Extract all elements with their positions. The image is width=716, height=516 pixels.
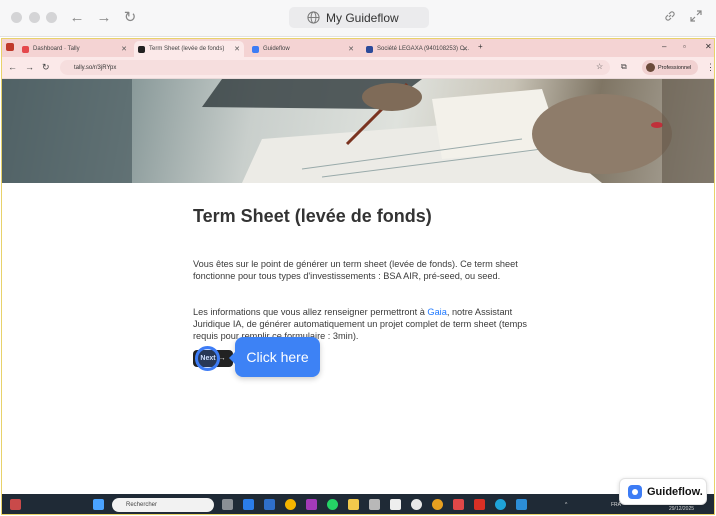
tab-label: Société LEGAXA (940108253) C...	[377, 46, 470, 52]
new-tab-plus-icon[interactable]: +	[478, 42, 483, 51]
address-bar[interactable]: tally.so/r/3jRYpx	[60, 60, 610, 75]
close-tab-icon[interactable]: ✕	[121, 45, 127, 53]
tab-societe-legaxa[interactable]: Société LEGAXA (940108253) C... ✕	[362, 41, 472, 57]
address-toolbar: ← → ↻ tally.so/r/3jRYpx ☆ ⧉ Professionne…	[2, 57, 714, 79]
reload-icon[interactable]: ↻	[42, 62, 50, 73]
back-icon[interactable]: ←	[8, 62, 17, 72]
app-icon-6[interactable]	[453, 499, 464, 510]
link-icon[interactable]	[663, 9, 677, 28]
tab-label: Term Sheet (levée de fonds)	[149, 46, 225, 52]
forward-icon[interactable]: →	[25, 62, 34, 72]
tab-guideflow[interactable]: Guideflow ✕	[248, 41, 358, 57]
app-icon-7[interactable]	[516, 499, 527, 510]
tab-bar: Dashboard · Tally ✕ Term Sheet (levée de…	[2, 39, 714, 57]
app-icon-1[interactable]	[243, 499, 254, 510]
profile-label: Professionnel	[658, 64, 692, 71]
chrome-icon[interactable]	[285, 499, 296, 510]
restore-icon[interactable]: ▫	[683, 42, 686, 51]
guideflow-url-bar[interactable]: My Guideflow	[289, 7, 429, 28]
notion-icon[interactable]	[390, 499, 401, 510]
extensions-icon[interactable]: ⧉	[621, 62, 627, 72]
guideflow-badge[interactable]: Guideflow.	[619, 478, 707, 505]
weather-widget-icon[interactable]	[10, 499, 21, 510]
window-dot-minimize[interactable]	[29, 12, 40, 23]
tab-term-sheet[interactable]: Term Sheet (levée de fonds) ✕	[134, 41, 244, 57]
fullscreen-icon[interactable]	[689, 9, 703, 28]
address-text: tally.so/r/3jRYpx	[74, 64, 117, 71]
menu-kebab-icon[interactable]: ⋮	[706, 62, 714, 73]
taskbar-search[interactable]: Rechercher	[112, 498, 214, 512]
guideflow-favicon-icon	[252, 45, 259, 53]
window-dot-close[interactable]	[11, 12, 22, 23]
guideflow-badge-label: Guideflow.	[647, 485, 703, 498]
tally-favicon-icon	[22, 45, 29, 53]
file-explorer-icon[interactable]	[348, 499, 359, 510]
pappers-favicon-icon	[366, 45, 373, 53]
close-tab-icon[interactable]: ✕	[234, 45, 240, 53]
gaia-link[interactable]: Gaia	[427, 307, 446, 317]
back-arrow-icon[interactable]: ←	[68, 8, 86, 28]
page-title: Term Sheet (levée de fonds)	[193, 206, 432, 226]
info-text-start: Les informations que vous allez renseign…	[193, 307, 428, 317]
profile-button[interactable]: Professionnel	[642, 60, 698, 75]
pdf-icon[interactable]	[474, 499, 485, 510]
chrome-active-icon[interactable]	[432, 499, 443, 510]
browser-window: Dashboard · Tally ✕ Term Sheet (levée de…	[1, 38, 715, 515]
guideflow-toolbar: ← → ↻ My Guideflow	[0, 0, 716, 37]
tray-chevron-icon[interactable]: ^	[565, 502, 567, 508]
app-icon-3[interactable]	[306, 499, 317, 510]
tab-list-icon[interactable]	[6, 43, 14, 51]
intro-paragraph: Vous êtes sur le point de générer un ter…	[193, 259, 518, 281]
guideflow-url-label: My Guideflow	[326, 10, 399, 25]
task-view-icon[interactable]	[222, 499, 233, 510]
close-window-icon[interactable]: ✕	[705, 42, 712, 51]
callout-text: Click here	[246, 349, 309, 365]
tab-dashboard-tally[interactable]: Dashboard · Tally ✕	[18, 41, 131, 57]
taskbar-search-text: Rechercher	[126, 502, 158, 508]
window-dot-maximize[interactable]	[46, 12, 57, 23]
windows-start-icon[interactable]	[93, 499, 104, 510]
app-icon-5[interactable]	[411, 499, 422, 510]
guideflow-logo-icon	[628, 484, 642, 499]
asterisk-favicon-icon	[138, 45, 145, 53]
click-here-callout[interactable]: Click here	[229, 337, 320, 377]
globe-icon	[307, 11, 320, 24]
edge-icon[interactable]	[495, 499, 506, 510]
bookmark-star-icon[interactable]: ☆	[596, 62, 603, 71]
cover-photo-graphic	[2, 79, 714, 183]
app-icon-2[interactable]	[264, 499, 275, 510]
close-tab-icon[interactable]: ✕	[462, 45, 468, 53]
tab-label: Dashboard · Tally	[33, 46, 80, 52]
reload-icon[interactable]: ↻	[121, 8, 139, 28]
minimize-icon[interactable]: –	[662, 42, 666, 51]
whatsapp-icon[interactable]	[327, 499, 338, 510]
windows-taskbar: Rechercher ^ FRA 29/12/2025	[2, 494, 714, 514]
cover-image	[2, 79, 714, 183]
profile-avatar	[646, 63, 655, 72]
close-tab-icon[interactable]: ✕	[348, 45, 354, 53]
forward-arrow-icon[interactable]: →	[95, 8, 113, 28]
app-icon-4[interactable]	[369, 499, 380, 510]
taskbar-date[interactable]: 29/12/2025	[669, 506, 694, 512]
tab-label: Guideflow	[263, 46, 290, 52]
click-indicator-ring	[195, 346, 220, 371]
